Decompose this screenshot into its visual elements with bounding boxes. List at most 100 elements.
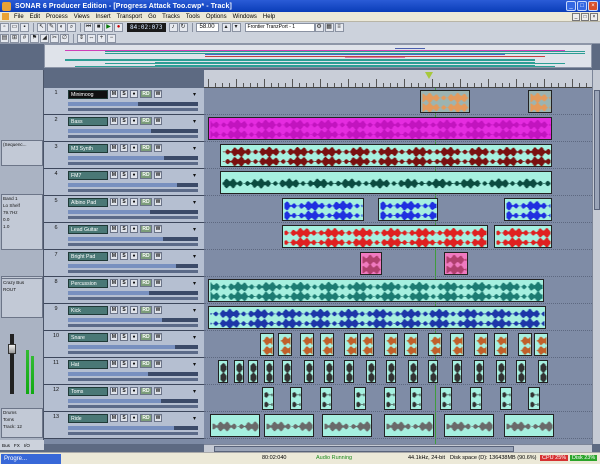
stop-icon[interactable]: ■ <box>94 23 103 32</box>
close-button[interactable]: × <box>588 1 598 11</box>
solo-button[interactable]: S <box>120 198 128 206</box>
write-automation-button[interactable]: W <box>154 360 162 368</box>
mute-button[interactable]: M <box>110 333 118 341</box>
solo-button[interactable]: S <box>120 279 128 287</box>
audio-clip[interactable] <box>366 360 376 383</box>
track-volume-slider[interactable] <box>68 129 198 133</box>
track-volume-slider[interactable] <box>68 426 198 430</box>
mute-button[interactable]: M <box>110 144 118 152</box>
track-volume-slider[interactable] <box>68 237 198 241</box>
read-automation-button[interactable]: RD <box>140 333 152 341</box>
track-expand-chevron-icon[interactable]: ▾ <box>193 91 201 98</box>
audio-clip[interactable] <box>384 387 396 410</box>
audio-clip[interactable] <box>474 333 488 356</box>
read-automation-button[interactable]: RD <box>140 252 152 260</box>
track-volume-slider[interactable] <box>68 318 198 322</box>
track-header[interactable]: 8 Percussion M S ● RD W ▾ <box>44 277 204 304</box>
audio-clip[interactable] <box>494 333 508 356</box>
track-name[interactable]: Hat <box>68 360 108 369</box>
audio-clip[interactable] <box>444 252 468 275</box>
audio-clip[interactable] <box>320 387 332 410</box>
track-name[interactable]: Kick <box>68 306 108 315</box>
save-icon[interactable]: ▪ <box>20 23 29 32</box>
track-header[interactable]: 6 Lead Guitar M S ● RD W ▾ <box>44 223 204 250</box>
read-automation-button[interactable]: RD <box>140 279 152 287</box>
solo-button[interactable]: S <box>120 252 128 260</box>
menu-process[interactable]: Process <box>43 14 71 20</box>
read-automation-button[interactable]: RD <box>140 198 152 206</box>
volume-fader-handle[interactable] <box>8 344 16 354</box>
zoom-in-icon[interactable]: + <box>97 34 106 43</box>
track-name[interactable]: Albino Pad <box>68 198 108 207</box>
record-arm-button[interactable]: ● <box>130 144 138 152</box>
track-pan-slider[interactable] <box>68 351 198 354</box>
write-automation-button[interactable]: W <box>154 198 162 206</box>
solo-button[interactable]: S <box>120 360 128 368</box>
audio-clip[interactable] <box>354 387 366 410</box>
solo-button[interactable]: S <box>120 414 128 422</box>
track-volume-slider[interactable] <box>68 399 198 403</box>
track-lane[interactable] <box>204 250 592 277</box>
audio-clip[interactable] <box>474 360 484 383</box>
mute-button[interactable]: M <box>110 306 118 314</box>
track-expand-chevron-icon[interactable]: ▾ <box>193 361 201 368</box>
track-header[interactable]: 2 Bass M S ● RD W ▾ <box>44 115 204 142</box>
write-automation-button[interactable]: W <box>154 252 162 260</box>
write-automation-button[interactable]: W <box>154 144 162 152</box>
mute-button[interactable]: M <box>110 171 118 179</box>
audio-clip[interactable] <box>208 306 546 329</box>
audio-clip[interactable] <box>260 333 274 356</box>
track-name[interactable]: Lead Guitar <box>68 225 108 234</box>
audio-clip[interactable] <box>452 360 462 383</box>
solo-button[interactable]: S <box>120 306 128 314</box>
now-marker-icon[interactable] <box>425 72 433 79</box>
metronome-icon[interactable]: ♪ <box>168 23 178 32</box>
write-automation-button[interactable]: W <box>154 171 162 179</box>
mute-button[interactable]: M <box>110 198 118 206</box>
track-expand-chevron-icon[interactable]: ▾ <box>193 253 201 260</box>
tab-io[interactable]: I/O <box>24 443 30 448</box>
time-counter[interactable]: 84:02:073 <box>127 23 166 32</box>
mute-button[interactable]: M <box>110 360 118 368</box>
record-arm-button[interactable]: ● <box>130 333 138 341</box>
surface-settings-icon[interactable]: ⚙ <box>314 23 324 32</box>
audio-clip[interactable] <box>282 360 292 383</box>
track-volume-slider[interactable] <box>68 183 198 187</box>
mute-button[interactable]: M <box>110 279 118 287</box>
audio-clip[interactable] <box>500 387 512 410</box>
read-automation-button[interactable]: RD <box>140 90 152 98</box>
vertical-scroll-thumb[interactable] <box>594 90 600 210</box>
audio-clip[interactable] <box>428 360 438 383</box>
audio-clip[interactable] <box>282 198 364 221</box>
track-pan-slider[interactable] <box>68 270 198 273</box>
record-arm-button[interactable]: ● <box>130 360 138 368</box>
record-arm-button[interactable]: ● <box>130 117 138 125</box>
control-surface-select[interactable]: Frontier TranzPort - 1 <box>244 23 315 32</box>
inspector-module-1[interactable]: (Sequenc... <box>1 140 43 166</box>
audio-clip[interactable] <box>208 117 552 140</box>
mute-tool-icon[interactable]: ∅ <box>60 34 69 43</box>
track-pan-slider[interactable] <box>68 189 198 192</box>
audio-clip[interactable] <box>248 360 258 383</box>
solo-button[interactable]: S <box>120 333 128 341</box>
menu-help[interactable]: Help <box>260 14 278 20</box>
menu-transport[interactable]: Transport <box>114 14 145 20</box>
track-name[interactable]: M3 Synth <box>68 144 108 153</box>
track-header[interactable]: 11 Hat M S ● RD W ▾ <box>44 358 204 385</box>
audio-clip[interactable] <box>262 387 274 410</box>
track-header[interactable]: 4 FM7 M S ● RD W ▾ <box>44 169 204 196</box>
timeline-ruler[interactable] <box>204 70 592 88</box>
audio-clip[interactable] <box>534 333 548 356</box>
track-name[interactable]: FM7 <box>68 171 108 180</box>
track-name[interactable]: Bright Pad <box>68 252 108 261</box>
audio-clip[interactable] <box>264 414 314 437</box>
menu-edit[interactable]: Edit <box>27 14 43 20</box>
audio-clip[interactable] <box>220 171 552 194</box>
track-volume-slider[interactable] <box>68 102 198 106</box>
track-header[interactable]: 12 Toms M S ● RD W ▾ <box>44 385 204 412</box>
new-icon[interactable]: ▫ <box>0 23 9 32</box>
track-expand-chevron-icon[interactable]: ▾ <box>193 415 201 422</box>
audio-clip[interactable] <box>282 225 488 248</box>
fade-icon[interactable]: ◢ <box>40 34 49 43</box>
zoom-tool-icon[interactable]: ⌕ <box>67 23 76 32</box>
